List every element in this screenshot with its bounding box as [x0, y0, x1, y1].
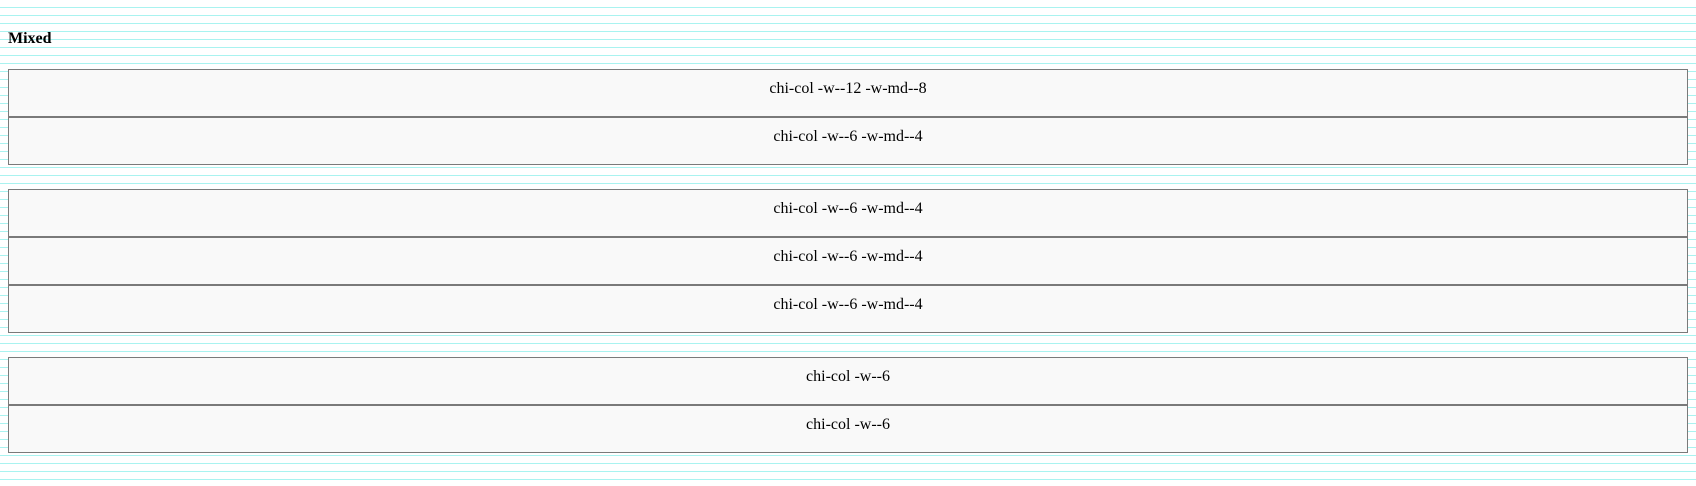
grid-row-1: chi-col -w--12 -w-md--8 chi-col -w--6 -w… — [8, 69, 1688, 165]
grid-column: chi-col -w--6 -w-md--4 — [8, 285, 1688, 333]
grid-row-3: chi-col -w--6 chi-col -w--6 — [8, 357, 1688, 453]
grid-column: chi-col -w--6 — [8, 357, 1688, 405]
grid-column: chi-col -w--6 — [8, 405, 1688, 453]
grid-column: chi-col -w--6 -w-md--4 — [8, 117, 1688, 165]
grid-row-2: chi-col -w--6 -w-md--4 chi-col -w--6 -w-… — [8, 189, 1688, 333]
grid-column: chi-col -w--6 -w-md--4 — [8, 189, 1688, 237]
page-title: Mixed — [8, 30, 52, 47]
grid-column: chi-col -w--12 -w-md--8 — [8, 69, 1688, 117]
page: Mixed chi-col -w--12 -w-md--8 chi-col -w… — [0, 0, 1696, 486]
grid-column: chi-col -w--6 -w-md--4 — [8, 237, 1688, 285]
